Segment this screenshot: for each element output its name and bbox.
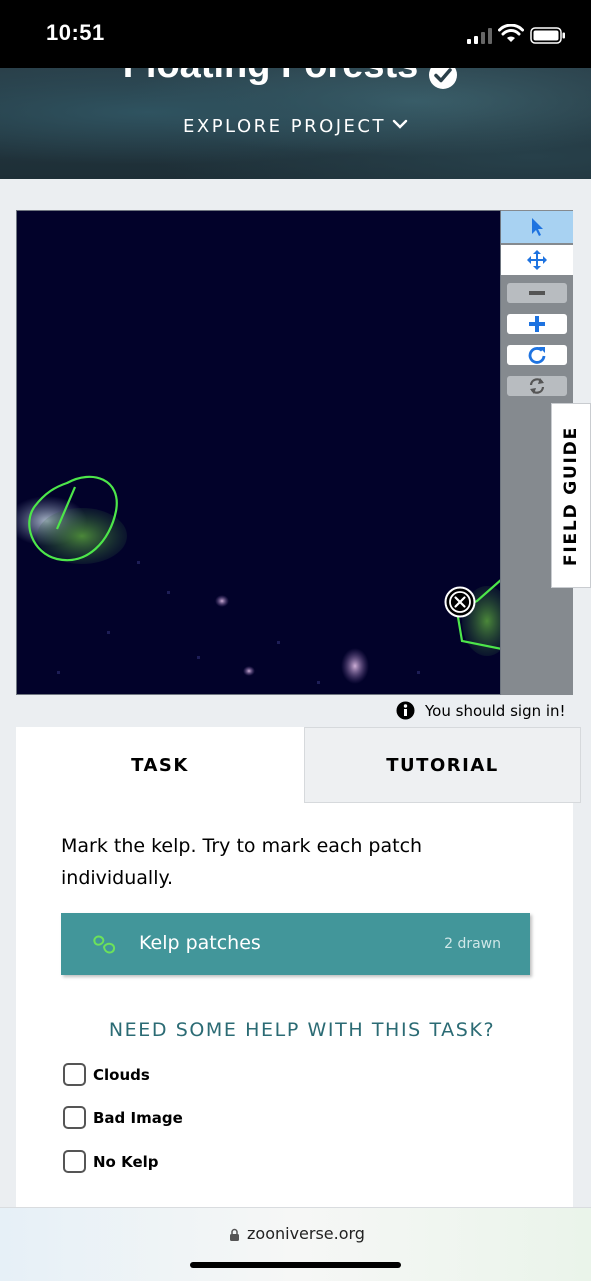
project-header: Floating Forests EXPLORE PROJECT bbox=[0, 68, 591, 179]
status-time: 10:51 bbox=[46, 20, 105, 45]
drawn-count: 2 drawn bbox=[444, 936, 501, 952]
no-kelp-label: No Kelp bbox=[93, 1153, 159, 1171]
task-instruction: Mark the kelp. Try to mark each patch in… bbox=[61, 835, 423, 889]
reset-icon bbox=[529, 378, 545, 394]
select-tool-button[interactable] bbox=[501, 211, 573, 243]
cellular-signal-icon bbox=[467, 28, 492, 44]
delete-mark-icon[interactable] bbox=[444, 586, 476, 618]
move-arrows-icon bbox=[527, 250, 547, 270]
project-title: Floating Forests bbox=[0, 68, 591, 87]
home-indicator[interactable] bbox=[190, 1262, 401, 1268]
rotate-icon bbox=[528, 347, 546, 364]
chevron-down-icon bbox=[392, 119, 408, 129]
rotate-button[interactable] bbox=[507, 345, 567, 365]
subject-image-viewer[interactable] bbox=[16, 210, 501, 695]
zoom-in-icon bbox=[529, 316, 545, 332]
task-panel: TASK TUTORIAL Mark the kelp. Try to mark… bbox=[16, 727, 581, 1207]
wifi-icon bbox=[498, 24, 524, 42]
clouds-checkbox[interactable] bbox=[63, 1063, 86, 1086]
satellite-image bbox=[17, 475, 500, 684]
task-help-link[interactable]: NEED SOME HELP WITH THIS TASK? bbox=[16, 1019, 573, 1041]
url-text: zooniverse.org bbox=[247, 1224, 365, 1243]
polygon-tool-icon bbox=[93, 935, 116, 954]
explore-project-button[interactable]: EXPLORE PROJECT bbox=[0, 116, 591, 137]
bad-image-checkbox[interactable] bbox=[63, 1106, 86, 1129]
no-kelp-checkbox[interactable] bbox=[63, 1150, 86, 1173]
reset-view-button[interactable] bbox=[507, 376, 567, 396]
browser-address-bar[interactable]: zooniverse.org bbox=[0, 1207, 591, 1281]
tab-tutorial[interactable]: TUTORIAL bbox=[304, 727, 581, 803]
signin-text: You should sign in! bbox=[425, 702, 566, 720]
select-pointer-icon bbox=[532, 218, 543, 236]
bad-image-label: Bad Image bbox=[93, 1109, 183, 1127]
move-tool-button[interactable] bbox=[501, 245, 573, 275]
clouds-label: Clouds bbox=[93, 1066, 150, 1084]
field-guide-label: FIELD GUIDE bbox=[561, 425, 581, 566]
zoom-out-icon bbox=[529, 291, 545, 295]
status-bar: 10:51 bbox=[0, 0, 591, 68]
zoom-out-button[interactable] bbox=[507, 283, 567, 303]
kelp-patches-tool-button[interactable]: Kelp patches 2 drawn bbox=[61, 913, 530, 975]
lock-icon bbox=[230, 1228, 239, 1241]
kelp-patches-label: Kelp patches bbox=[139, 932, 261, 954]
field-guide-tab[interactable]: FIELD GUIDE bbox=[551, 403, 591, 588]
zoom-in-button[interactable] bbox=[507, 314, 567, 334]
info-icon bbox=[396, 701, 415, 720]
explore-project-label: EXPLORE PROJECT bbox=[183, 116, 386, 137]
tab-task[interactable]: TASK bbox=[16, 727, 304, 803]
battery-icon bbox=[530, 27, 565, 44]
signin-notice[interactable]: You should sign in! bbox=[396, 701, 576, 723]
verified-check-icon bbox=[429, 68, 457, 89]
